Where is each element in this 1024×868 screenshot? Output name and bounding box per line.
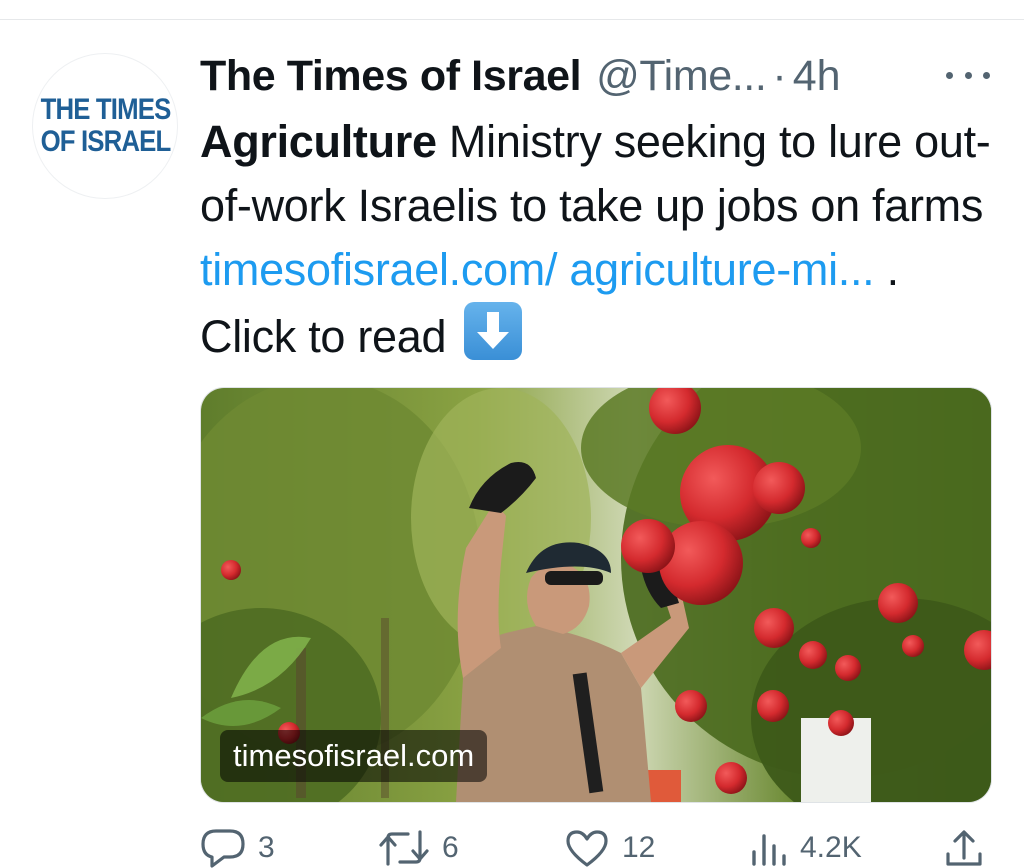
views-icon	[748, 828, 788, 868]
reply-icon	[200, 828, 246, 868]
avatar-logo-line-2: OF ISRAEL	[40, 125, 171, 158]
header-separator: ·	[772, 51, 787, 100]
heart-icon	[564, 828, 610, 868]
tweet-text: Agriculture Ministry seeking to lure out…	[200, 110, 1000, 369]
tweet-header: The Times of Israel @Time... · 4h	[200, 46, 841, 106]
retweet-icon	[378, 828, 430, 868]
card-domain-label: timesofisrael.com	[220, 730, 488, 782]
tweet-text-bold: Agriculture	[200, 116, 437, 167]
tweet-link[interactable]: timesofisrael.com/ agriculture-mi...	[200, 244, 875, 295]
share-icon	[944, 828, 984, 868]
like-button[interactable]: 12	[564, 828, 655, 868]
top-divider	[0, 19, 1024, 20]
avatar[interactable]: THE TIMES OF ISRAEL	[33, 54, 177, 198]
retweet-button[interactable]: 6	[378, 828, 459, 868]
down-arrow-emoji-icon	[464, 302, 523, 360]
account-handle[interactable]: @Time...	[596, 52, 767, 101]
more-options-icon[interactable]	[946, 68, 990, 82]
reply-button[interactable]: 3	[200, 828, 275, 868]
tweet-timestamp[interactable]: 4h	[793, 52, 841, 101]
display-name[interactable]: The Times of Israel	[200, 52, 582, 101]
views-button[interactable]: 4.2K	[748, 828, 862, 868]
tweet-actions: 3 6 12 4.2K	[200, 828, 990, 868]
avatar-logo-line-1: THE TIMES	[40, 93, 171, 126]
share-button[interactable]	[944, 828, 984, 868]
